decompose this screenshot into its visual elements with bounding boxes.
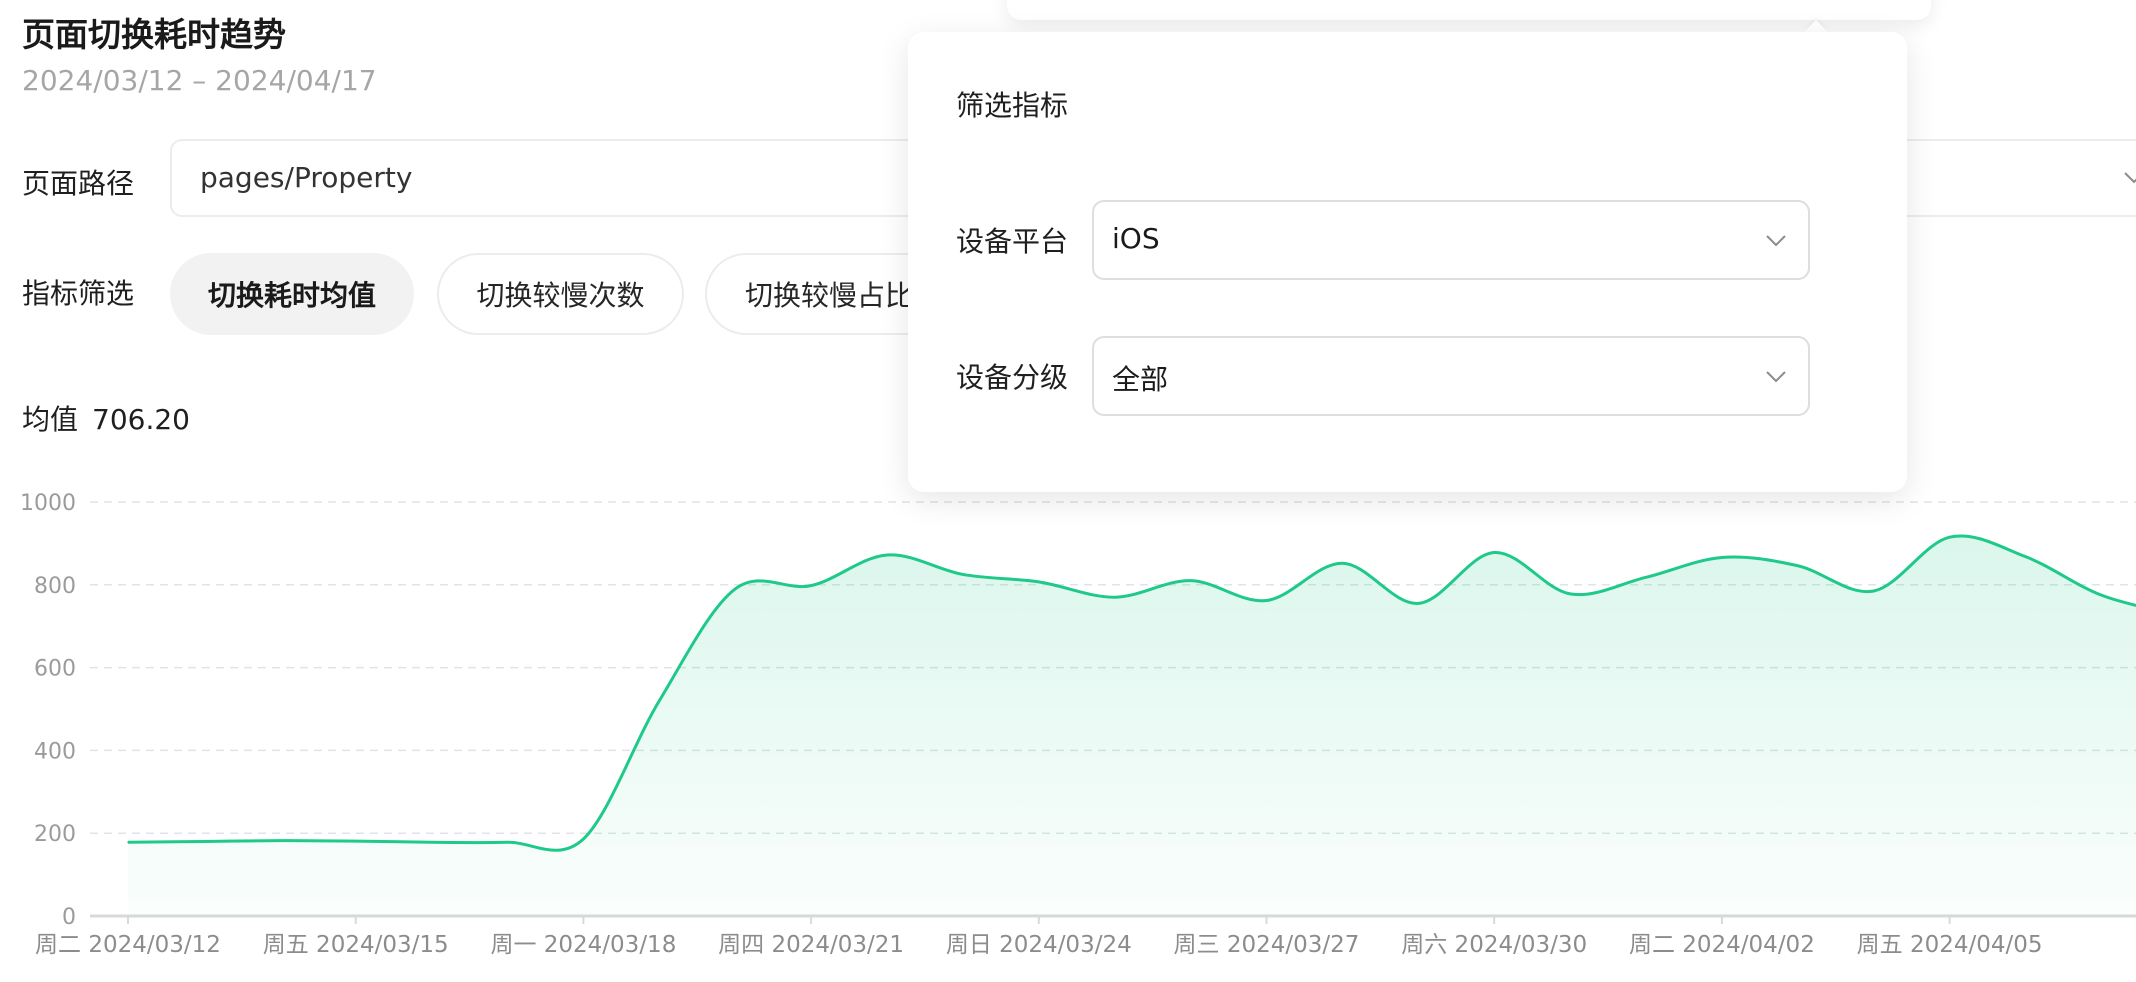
data-point [734,588,736,590]
top-popover-strip [1007,0,1931,20]
data-point [279,839,281,842]
data-point [1265,599,1268,602]
y-tick-label: 400 [34,739,76,764]
grade-label: 设备分级 [956,361,1069,394]
data-point [1493,551,1495,554]
y-tick-label: 800 [34,574,76,599]
data-point [1038,581,1040,583]
data-point [810,584,812,587]
data-point [1569,593,1571,595]
average-summary: 均值 706.20 [22,398,190,438]
chevron-down-icon [2120,163,2136,195]
data-point [2024,555,2027,558]
data-point [1872,590,1875,592]
data-point [1341,562,1344,565]
pill-slow-count[interactable]: 切换较慢次数 [437,253,684,335]
pill-avg-duration[interactable]: 切换耗时均值 [170,253,414,335]
x-tick-label: 周五 2024/04/05 [1857,932,2043,958]
grade-select-value: 全部 [1112,363,1169,396]
path-label: 页面路径 [22,167,135,200]
date-range: 2024/03/12 – 2024/04/17 [22,64,377,97]
data-point [203,840,205,843]
data-point [1189,579,1192,582]
popover-title: 筛选指标 [956,89,1069,122]
y-tick-label: 1000 [20,491,76,516]
data-point [506,841,509,844]
platform-select[interactable]: iOS [1092,200,1810,280]
page-title: 页面切换耗时趋势 [22,15,286,54]
chevron-down-icon [1762,362,1790,394]
platform-label: 设备平台 [956,225,1069,258]
metric-filter-popover: 筛选指标 设备平台 iOS 设备分级 全部 [908,32,1907,492]
data-point [1113,596,1116,599]
y-tick-label: 600 [34,657,76,682]
platform-select-value: iOS [1112,222,1160,255]
data-point [1645,576,1647,579]
average-value: 706.20 [92,403,190,436]
x-tick-label: 周二 2024/04/02 [1629,932,1815,958]
metric-filter-label: 指标筛选 [22,277,135,310]
data-point [658,699,661,702]
x-tick-label: 周二 2024/03/12 [35,932,221,958]
x-tick-label: 周三 2024/03/27 [1174,932,1360,958]
x-tick-label: 周六 2024/03/30 [1401,932,1587,958]
data-point [1948,536,1951,538]
data-point [127,841,129,844]
data-point [886,554,888,556]
data-point [962,573,964,576]
popover-arrow [1804,20,1828,32]
x-tick-label: 周日 2024/03/24 [946,932,1132,958]
x-tick-label: 周一 2024/03/18 [490,932,676,958]
data-point [582,838,585,840]
y-tick-label: 0 [62,905,76,930]
data-point [430,841,433,844]
trend-chart: 0 200 400 600 800 1000 周二 2024/03/12 周五 2024/0… [20,491,2136,958]
grade-select[interactable]: 全部 [1092,336,1810,416]
data-point [1417,602,1420,605]
x-tick-label: 周四 2024/03/21 [718,932,904,958]
path-select-value: pages/Property [200,161,413,194]
chevron-down-icon [1762,226,1790,258]
x-tick-label: 周五 2024/03/15 [263,932,449,958]
data-point [1797,564,1799,567]
data-point [1721,556,1723,559]
series-area [128,536,2136,916]
average-label: 均值 [22,403,79,436]
data-point [2100,594,2103,596]
y-tick-label: 200 [34,822,76,847]
data-point [354,840,357,842]
